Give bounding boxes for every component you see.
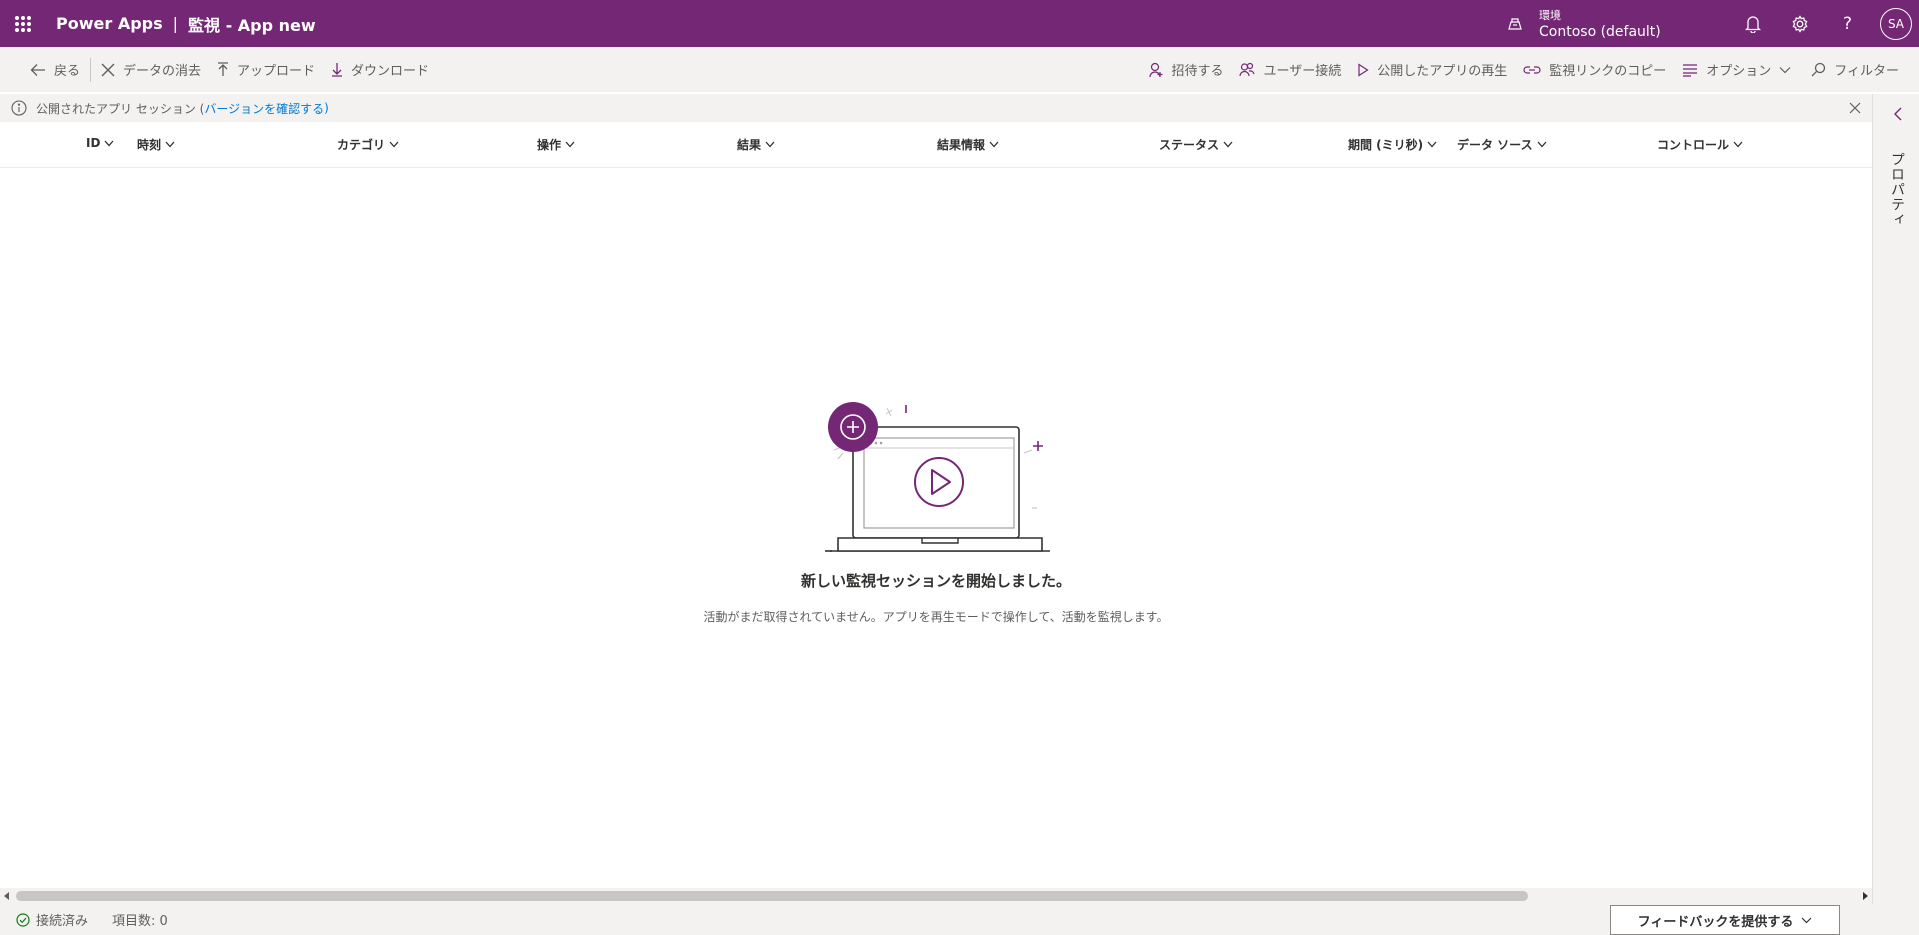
column-header-id[interactable]: ID (86, 136, 114, 150)
expand-panel-button[interactable] (1887, 104, 1907, 124)
column-header-duration[interactable]: 期間 (ミリ秒) (1348, 136, 1437, 153)
status-bar: 接続済み 項目数: 0 フィードバックを提供する (0, 904, 1919, 935)
connection-status: 接続済み (16, 910, 88, 929)
help-icon[interactable]: ? (1824, 0, 1871, 47)
command-divider (90, 57, 92, 82)
play-icon (1358, 62, 1369, 77)
upload-button[interactable]: アップロード (209, 47, 323, 92)
user-connect-label: ユーザー接続 (1263, 64, 1342, 79)
empty-state: 新しい監視セッションを開始しました。 活動がまだ取得されていません。アプリを再生… (0, 168, 1872, 888)
session-info-bar: 公開されたアプリ セッション ( バージョンを確認する ) (0, 94, 1872, 122)
gear-icon[interactable] (1776, 0, 1823, 47)
back-label: 戻る (54, 64, 81, 79)
page-title: 監視 - App new (188, 15, 316, 35)
options-menu[interactable]: オプション (1674, 47, 1799, 92)
environment-label: 環境 (1539, 9, 1561, 22)
play-published-label: 公開したアプリの再生 (1377, 64, 1508, 79)
chevron-down-icon (1537, 141, 1547, 148)
filter-label: フィルター (1834, 64, 1899, 79)
empty-state-title: 新しい監視セッションを開始しました。 (800, 572, 1071, 590)
copy-link-label: 監視リンクのコピー (1549, 64, 1667, 79)
chevron-down-icon (165, 141, 175, 148)
column-header-result[interactable]: 結果 (737, 136, 775, 153)
horizontal-scrollbar[interactable] (0, 888, 1872, 904)
brand-name[interactable]: Power Apps (56, 14, 163, 33)
avatar[interactable]: SA (1880, 8, 1912, 40)
column-header-category[interactable]: カテゴリ (337, 136, 399, 153)
empty-state-subtitle: 活動がまだ取得されていません。アプリを再生モードで操作して、活動を監視します。 (703, 610, 1169, 624)
column-header-data-source[interactable]: データ ソース (1457, 136, 1547, 153)
upload-icon (218, 62, 229, 76)
table-header: ID 時刻 カテゴリ 操作 結果 結果情報 ステータス 期間 (ミリ秒) データ… (0, 124, 1872, 168)
properties-label[interactable]: プロパティ (1887, 152, 1907, 227)
chevron-down-icon (1733, 141, 1743, 148)
connection-status-label: 接続済み (36, 914, 89, 929)
list-icon (1683, 63, 1698, 77)
scrollbar-thumb[interactable] (16, 891, 1528, 901)
filter-button[interactable]: フィルター (1803, 47, 1907, 92)
chevron-down-icon (389, 141, 399, 148)
column-header-time[interactable]: 時刻 (137, 136, 175, 153)
download-icon (332, 63, 343, 77)
chevron-down-icon (1223, 141, 1233, 148)
column-header-result-info[interactable]: 結果情報 (937, 136, 999, 153)
chevron-down-icon (989, 141, 999, 148)
download-label: ダウンロード (351, 64, 430, 79)
environment-picker[interactable]: 環境 Contoso (default) (1505, 4, 1661, 44)
people-icon (1239, 62, 1256, 76)
command-bar: 戻る データの消去 アップロード ダウンロード 招待する ユーザー接続 公開した… (0, 47, 1919, 92)
check-version-link[interactable]: バージョンを確認する (204, 100, 324, 117)
chevron-down-icon (565, 141, 575, 148)
link-icon (1523, 65, 1541, 74)
properties-panel: プロパティ (1872, 94, 1919, 935)
waffle-icon[interactable] (0, 0, 46, 47)
session-info-text-end: ) (324, 101, 329, 115)
invite-label: 招待する (1171, 64, 1224, 79)
bell-icon[interactable] (1729, 0, 1776, 47)
upload-label: アップロード (237, 64, 316, 79)
clear-data-button[interactable]: データの消去 (93, 47, 209, 92)
app-header: Power Apps | 監視 - App new 環境 Contoso (de… (0, 0, 1919, 47)
scroll-right-icon[interactable] (1862, 892, 1868, 900)
title-separator: | (172, 14, 179, 33)
column-header-operation[interactable]: 操作 (537, 136, 575, 153)
chevron-left-icon (1893, 107, 1901, 121)
user-connect-button[interactable]: ユーザー接続 (1231, 47, 1349, 92)
chevron-down-icon (1427, 141, 1437, 148)
laptop-illustration (825, 402, 1050, 552)
options-label: オプション (1706, 64, 1772, 79)
chevron-down-icon (1801, 917, 1812, 923)
dismiss-info-button[interactable] (1846, 99, 1864, 117)
item-count: 項目数: 0 (112, 910, 168, 929)
scroll-left-icon[interactable] (4, 892, 10, 900)
chevron-down-icon (104, 140, 114, 146)
feedback-label: フィードバックを提供する (1637, 914, 1794, 930)
chevron-down-icon (765, 141, 775, 148)
back-button[interactable]: 戻る (22, 47, 88, 92)
invite-button[interactable]: 招待する (1141, 47, 1231, 92)
close-icon (1849, 102, 1861, 114)
item-count-label: 項目数: 0 (112, 914, 168, 929)
clear-data-label: データの消去 (123, 64, 202, 79)
download-button[interactable]: ダウンロード (323, 47, 437, 92)
environment-icon (1505, 14, 1525, 34)
environment-name: Contoso (default) (1539, 24, 1661, 40)
column-header-control[interactable]: コントロール (1657, 136, 1743, 153)
info-icon (11, 100, 27, 116)
person-add-icon (1149, 62, 1163, 77)
copy-link-button[interactable]: 監視リンクのコピー (1515, 47, 1674, 92)
feedback-button[interactable]: フィードバックを提供する (1610, 905, 1840, 935)
back-arrow-icon (30, 63, 45, 76)
column-header-status[interactable]: ステータス (1159, 136, 1233, 153)
session-info-text: 公開されたアプリ セッション ( (36, 101, 205, 116)
close-icon (101, 63, 115, 76)
search-icon (1811, 62, 1826, 77)
chevron-down-icon (1779, 66, 1791, 73)
play-published-button[interactable]: 公開したアプリの再生 (1349, 47, 1515, 92)
checkmark-circle-icon (16, 912, 30, 927)
